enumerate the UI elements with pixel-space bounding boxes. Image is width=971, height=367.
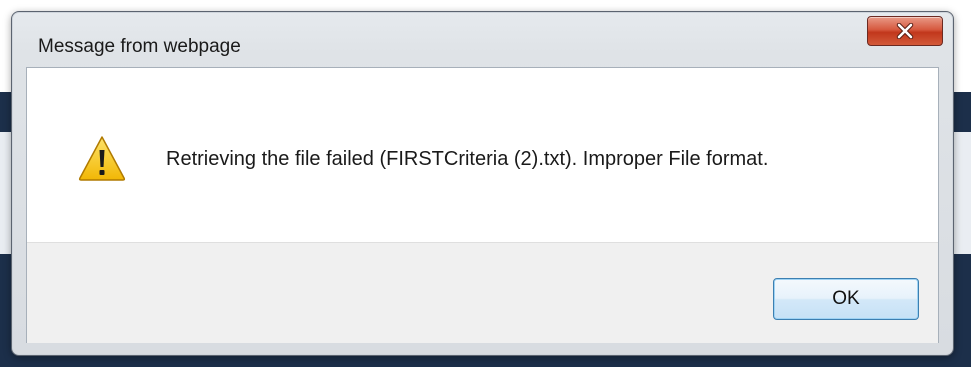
- dialog-message: Retrieving the file failed (FIRSTCriteri…: [166, 148, 769, 170]
- dialog-footer: OK: [27, 242, 938, 343]
- dialog-content: Retrieving the file failed (FIRSTCriteri…: [27, 68, 938, 242]
- close-icon: [896, 23, 914, 39]
- dialog-title: Message from webpage: [38, 36, 241, 57]
- ok-button[interactable]: OK: [773, 278, 919, 320]
- warning-icon: [78, 136, 126, 181]
- dialog-titlebar[interactable]: Message from webpage: [12, 12, 953, 68]
- message-dialog: Message from webpage Retrieving the file…: [11, 11, 954, 356]
- dialog-client-area: Retrieving the file failed (FIRSTCriteri…: [26, 67, 939, 343]
- close-button[interactable]: [867, 16, 943, 46]
